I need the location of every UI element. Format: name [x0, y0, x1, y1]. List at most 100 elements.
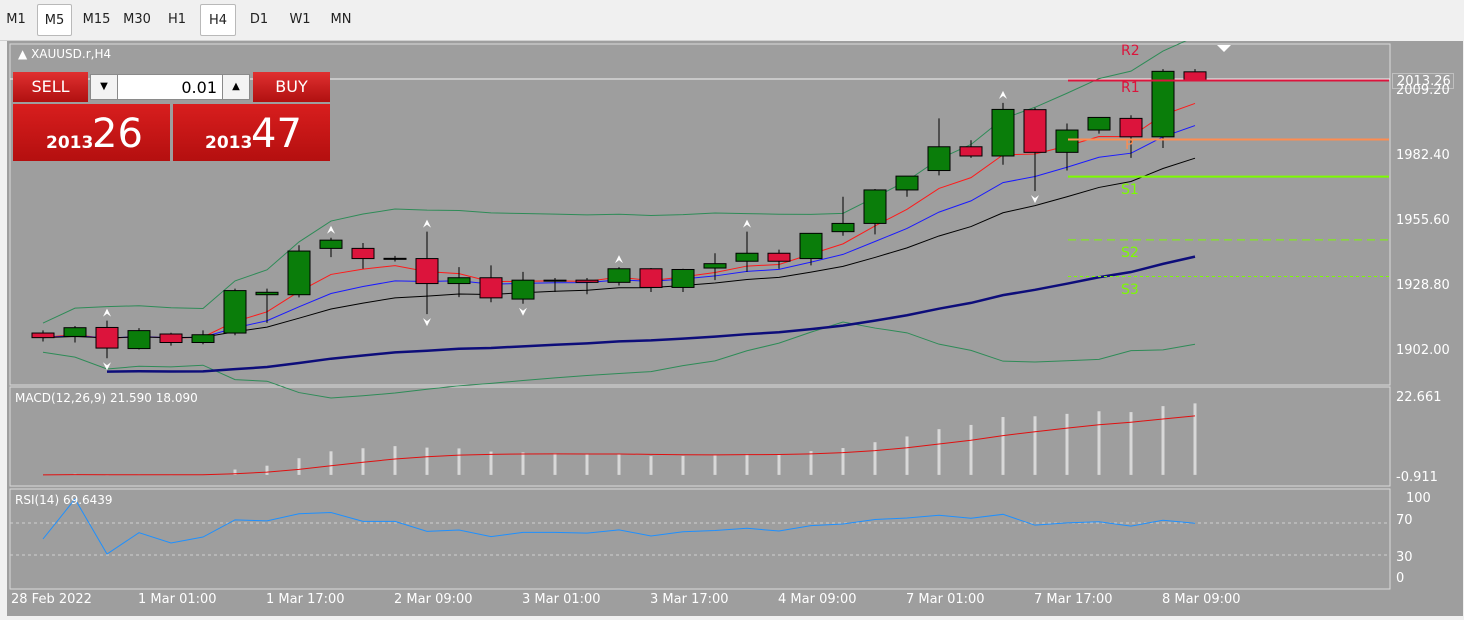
candle [127, 328, 151, 350]
sell-price-button[interactable]: 2013 26 [13, 104, 170, 161]
candle [543, 277, 567, 293]
price-axis-label: 2009.20 [1396, 83, 1450, 98]
bull-candle-body [127, 330, 151, 350]
sell-label: SELL [31, 77, 70, 96]
bear-candle-body [351, 247, 375, 260]
candle [511, 271, 535, 304]
buy-label: BUY [275, 77, 308, 96]
triangle-up-icon: ▲ [232, 81, 240, 92]
rsi-axis-label: 100 [1406, 491, 1431, 506]
candle [1055, 123, 1079, 171]
timeframe-m5-button[interactable]: M5 [37, 4, 72, 36]
candle [991, 102, 1015, 165]
time-axis-label: 8 Mar 09:00 [1162, 592, 1241, 607]
bear-candle-body [1183, 71, 1207, 82]
timeframe-mn-button[interactable]: MN [323, 4, 359, 36]
time-axis-label: 3 Mar 01:00 [522, 592, 601, 607]
candle [63, 326, 87, 343]
timeframe-toolbar: M1 M5 M15 M30 H1 H4 D1 W1 MN [0, 0, 820, 41]
rsi-label: RSI(14) 69.6439 [15, 493, 113, 507]
bull-candle-body [703, 263, 727, 269]
candle [607, 267, 631, 286]
fractal-down-icon [1031, 195, 1039, 204]
candle [831, 196, 855, 236]
bull-candle-body [831, 222, 855, 233]
candle [95, 320, 119, 359]
bear-candle-body [959, 146, 983, 157]
bear-candle-body [767, 252, 791, 262]
candle [895, 175, 919, 197]
bull-candle-body [223, 290, 247, 334]
rsi-axis-label: 0 [1396, 571, 1405, 586]
bull-candle-body [671, 268, 695, 288]
bull-candle-body [799, 232, 823, 260]
timeframe-h4-button[interactable]: H4 [200, 4, 236, 36]
time-axis-label: 1 Mar 17:00 [266, 592, 345, 607]
bear-candle-body [383, 257, 407, 260]
bull-candle-body [1055, 129, 1079, 153]
candle [223, 288, 247, 336]
pivot-label-s2: S2 [1121, 245, 1139, 261]
bear-candle-body [639, 268, 663, 288]
bear-candle-body [1023, 109, 1047, 153]
fractal-down-icon [423, 318, 431, 327]
lot-size-input[interactable] [121, 76, 217, 98]
ema-slow-line [42, 157, 1196, 339]
buy-button[interactable]: BUY [253, 72, 330, 102]
bull-candle-body [319, 239, 343, 249]
candle [639, 268, 663, 293]
bear-candle-body [575, 279, 599, 283]
bear-candle-body [159, 333, 183, 343]
bull-candle-body [735, 252, 759, 262]
fractal-up-icon [999, 90, 1007, 99]
candle [1183, 69, 1207, 82]
fractal-down-icon [519, 307, 527, 316]
lot-decrease-button[interactable]: ▼ [91, 75, 118, 99]
candle [447, 267, 471, 298]
fractal-up-icon [743, 219, 751, 228]
bull-candle-body [511, 279, 535, 300]
fractal-up-icon [615, 255, 623, 264]
pivot-label-r1: R1 [1121, 80, 1140, 96]
buy-price-button[interactable]: 2013 47 [173, 104, 330, 161]
time-axis-label: 4 Mar 09:00 [778, 592, 857, 607]
time-axis-label: 28 Feb 2022 [11, 592, 92, 607]
candle [191, 330, 215, 345]
pivot-label-s3: S3 [1121, 282, 1139, 298]
bull-candle-body [1087, 116, 1111, 131]
timeframe-h1-button[interactable]: H1 [160, 4, 194, 36]
bull-candle-body [607, 268, 631, 283]
sell-price-small: 2013 [46, 133, 94, 153]
bull-candle-body [895, 175, 919, 191]
time-axis-label: 2 Mar 09:00 [394, 592, 473, 607]
pivot-label-r2: R2 [1121, 43, 1140, 59]
candle [703, 253, 727, 281]
candle [383, 255, 407, 262]
price-axis-label: 1955.60 [1396, 213, 1450, 228]
timeframe-m30-button[interactable]: M30 [118, 4, 156, 36]
rsi-panel-border [9, 488, 1391, 590]
chart-shift-marker-icon[interactable] [1217, 45, 1231, 52]
fractal-up-icon [423, 219, 431, 228]
bull-candle-body [255, 291, 279, 296]
rsi-line [42, 498, 1196, 555]
lot-increase-button[interactable]: ▲ [222, 75, 249, 99]
time-axis-label: 7 Mar 17:00 [1034, 592, 1113, 607]
candle [31, 330, 55, 342]
price-axis-label: 1982.40 [1396, 148, 1450, 163]
bull-candle-body [927, 146, 951, 172]
bear-candle-body [31, 332, 55, 339]
bear-candle-body [1119, 117, 1143, 138]
timeframe-d1-button[interactable]: D1 [242, 4, 276, 36]
timeframe-m15-button[interactable]: M15 [78, 4, 115, 36]
candle [767, 249, 791, 269]
macd-layer [42, 403, 1197, 476]
timeframe-m1-button[interactable]: M1 [2, 4, 30, 36]
candle [671, 268, 695, 293]
timeframe-w1-button[interactable]: W1 [282, 4, 318, 36]
sell-button[interactable]: SELL [13, 72, 88, 102]
bull-candle-body [63, 327, 87, 337]
collapse-icon[interactable]: ▲ [18, 47, 27, 61]
candle [159, 332, 183, 346]
bear-candle-body [479, 277, 503, 299]
